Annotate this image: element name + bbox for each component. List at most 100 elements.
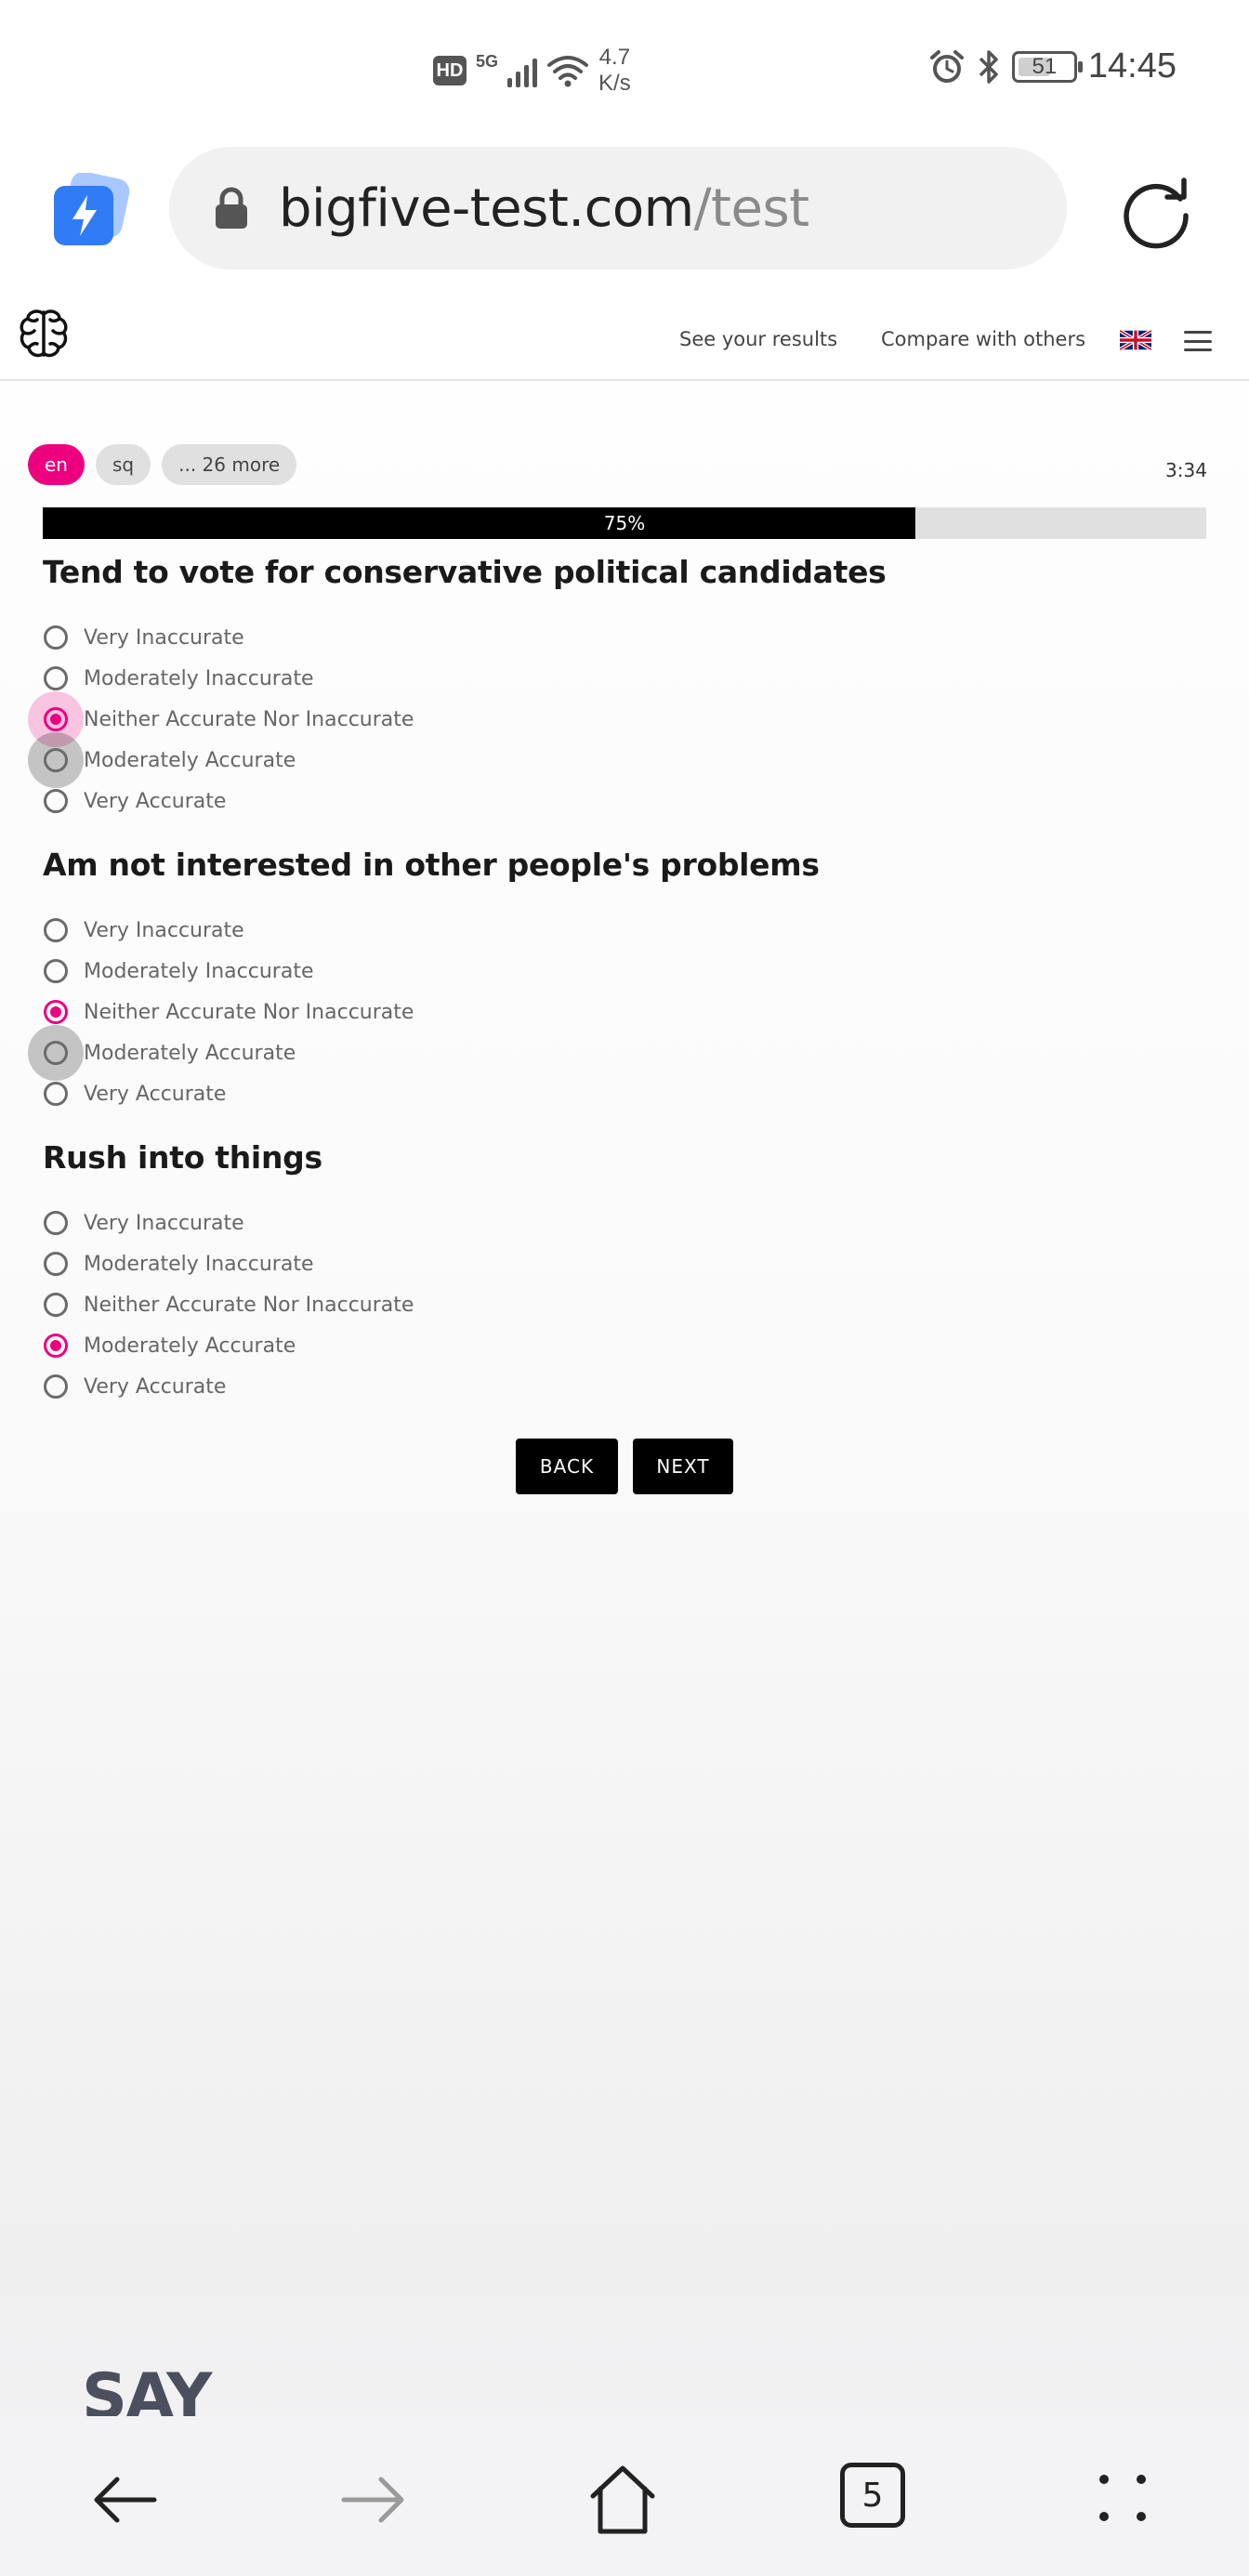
signal-icon [507, 54, 538, 87]
address-bar[interactable]: bigfive-test.com/test [169, 147, 1067, 269]
battery-icon: 51 [1011, 50, 1083, 83]
wifi-icon [547, 56, 589, 87]
radio-checked[interactable] [41, 997, 71, 1027]
option-label: Moderately Accurate [84, 1334, 296, 1358]
radio-unchecked[interactable] [41, 1249, 71, 1279]
url-path: /test [693, 177, 809, 239]
question-block: Rush into things Very Inaccurate Moderatel… [43, 1139, 1204, 1407]
network-status: HD 5G 4.7 K/s [433, 45, 631, 97]
radio-ring [44, 1293, 68, 1317]
option-label: Very Inaccurate [84, 1211, 244, 1235]
option-label: Neither Accurate Nor Inaccurate [84, 1293, 414, 1317]
radio-unchecked[interactable] [41, 1079, 71, 1109]
radio-unchecked[interactable] [41, 915, 71, 945]
radio-ring [44, 1252, 68, 1276]
answer-options: Very Inaccurate Moderately Inaccurate Neit… [28, 617, 1204, 821]
answer-option[interactable]: Very Inaccurate [43, 910, 1204, 951]
answer-option[interactable]: Very Inaccurate [43, 1203, 1204, 1243]
next-button[interactable]: NEXT [633, 1439, 733, 1494]
answer-option[interactable]: Moderately Accurate [28, 1025, 1204, 1081]
menu-icon[interactable] [1184, 331, 1212, 351]
radio-unchecked[interactable] [28, 732, 84, 788]
radio-unchecked[interactable] [41, 1372, 71, 1401]
answer-option[interactable]: Neither Accurate Nor Inaccurate [43, 992, 1204, 1032]
answer-option[interactable]: Very Accurate [43, 1073, 1204, 1114]
language-chip-more[interactable]: ... 26 more [162, 444, 297, 485]
language-chip-sq[interactable]: sq [95, 444, 151, 485]
radio-checked[interactable] [41, 1331, 71, 1360]
answer-option[interactable]: Very Accurate [43, 781, 1204, 821]
radio-ring [44, 748, 68, 772]
radio-unchecked[interactable] [41, 1208, 71, 1238]
radio-unchecked[interactable] [41, 1290, 71, 1320]
browser-app-icon[interactable] [52, 173, 130, 251]
nav-see-results[interactable]: See your results [679, 328, 837, 350]
option-label: Moderately Accurate [84, 1041, 296, 1065]
alarm-icon [929, 49, 964, 83]
option-label: Neither Accurate Nor Inaccurate [84, 707, 414, 731]
option-label: Neither Accurate Nor Inaccurate [84, 1000, 414, 1024]
radio-ring [44, 1211, 68, 1235]
radio-ring [44, 789, 68, 813]
radio-unchecked[interactable] [41, 623, 71, 652]
option-label: Very Accurate [84, 1374, 227, 1399]
network-type: 5G [476, 51, 499, 71]
url-text[interactable]: bigfive-test.com/test [279, 178, 809, 239]
radio-dot [50, 714, 61, 725]
progress-bar: 75% [43, 507, 1206, 539]
bluetooth-icon [979, 49, 998, 84]
option-label: Very Inaccurate [84, 625, 244, 650]
option-label: Moderately Inaccurate [84, 959, 314, 983]
speed-value: 4.7 [598, 45, 631, 70]
system-status: 51 14:45 [928, 46, 1177, 86]
answer-option[interactable]: Neither Accurate Nor Inaccurate [43, 1284, 1204, 1325]
radio-unchecked[interactable] [28, 1025, 84, 1081]
option-label: Moderately Accurate [84, 748, 296, 772]
answer-option[interactable]: Very Accurate [43, 1366, 1204, 1407]
radio-checked[interactable] [28, 691, 84, 747]
radio-ring [44, 625, 68, 650]
back-button[interactable]: BACK [516, 1439, 618, 1494]
site-header: See your results Compare with others [0, 279, 1249, 381]
answer-options: Very Inaccurate Moderately Inaccurate Neit… [43, 1203, 1204, 1407]
brain-logo-icon[interactable] [17, 307, 71, 361]
option-label: Moderately Inaccurate [84, 1252, 314, 1276]
uk-flag-icon[interactable] [1120, 330, 1151, 350]
reload-icon[interactable] [1119, 171, 1197, 249]
question-title: Rush into things [43, 1139, 322, 1176]
radio-unchecked[interactable] [41, 786, 71, 816]
hd-badge: HD [433, 56, 467, 85]
option-label: Very Accurate [84, 1082, 227, 1106]
lock-icon[interactable] [212, 187, 251, 230]
speed-unit: K/s [598, 71, 631, 96]
network-speed: 4.7 K/s [598, 45, 631, 97]
language-chip-en[interactable]: en [28, 444, 85, 485]
tabs-count-icon[interactable]: 5 [840, 2463, 905, 2528]
radio-ring [44, 918, 68, 942]
timer: 3:34 [1165, 459, 1207, 481]
back-arrow-icon[interactable] [87, 2463, 162, 2537]
radio-unchecked[interactable] [41, 664, 71, 693]
nav-compare[interactable]: Compare with others [881, 328, 1085, 350]
home-icon[interactable] [585, 2463, 660, 2537]
answer-option[interactable]: Moderately Inaccurate [43, 658, 1204, 699]
radio-dot [50, 1006, 61, 1018]
answer-option[interactable]: Neither Accurate Nor Inaccurate [28, 691, 1204, 747]
radio-unchecked[interactable] [41, 956, 71, 986]
answer-option[interactable]: Moderately Inaccurate [43, 1243, 1204, 1284]
answer-option[interactable]: Moderately Accurate [28, 732, 1204, 788]
question-block: Tend to vote for conservative political … [28, 554, 1204, 821]
answer-option[interactable]: Moderately Accurate [43, 1325, 1204, 1366]
question-title: Tend to vote for conservative political … [43, 554, 887, 590]
answer-option[interactable]: Moderately Inaccurate [43, 951, 1204, 992]
url-domain: bigfive-test.com [279, 177, 694, 239]
browser-bottom-nav: 5 [0, 2416, 1249, 2576]
option-label: Very Inaccurate [84, 918, 244, 942]
radio-ring [44, 1041, 68, 1065]
radio-ring [44, 666, 68, 690]
option-label: Very Accurate [84, 789, 227, 813]
more-menu-icon[interactable] [1097, 2472, 1149, 2524]
answer-option[interactable]: Very Inaccurate [43, 617, 1204, 658]
question-title: Am not interested in other people's prob… [43, 847, 820, 883]
forward-arrow-icon[interactable] [336, 2463, 411, 2537]
